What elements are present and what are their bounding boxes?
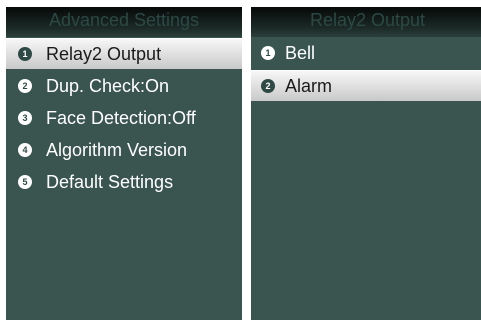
advanced-settings-menu: 1 Relay2 Output 2 Dup. Check:On 3 Face D… (6, 37, 242, 198)
menu-item-default-settings[interactable]: 5 Default Settings (6, 166, 242, 198)
screen-title: Relay2 Output (251, 7, 481, 37)
screen-title: Advanced Settings (6, 7, 242, 37)
menu-item-label: Alarm (285, 76, 333, 96)
number-badge-icon: 2 (18, 79, 32, 93)
menu-item-relay2-output[interactable]: 1 Relay2 Output (6, 38, 242, 69)
menu-item-algorithm-version[interactable]: 4 Algorithm Version (6, 134, 242, 166)
number-badge-icon: 5 (18, 175, 32, 189)
relay2-output-screen: Relay2 Output 1 Bell 2 Alarm (251, 7, 481, 320)
menu-item-label: Default Settings (46, 172, 174, 192)
menu-item-label: Face Detection:Off (46, 108, 196, 128)
menu-item-label: Dup. Check:On (46, 76, 170, 96)
number-badge-icon: 4 (18, 143, 32, 157)
number-badge-icon: 1 (18, 47, 32, 61)
number-badge-icon: 1 (261, 46, 275, 60)
number-badge-icon: 2 (261, 79, 275, 93)
advanced-settings-screen: Advanced Settings 1 Relay2 Output 2 Dup.… (6, 7, 242, 320)
menu-item-label: Relay2 Output (46, 44, 162, 64)
relay2-output-menu: 1 Bell 2 Alarm (251, 37, 481, 102)
menu-item-face-detection[interactable]: 3 Face Detection:Off (6, 102, 242, 134)
number-badge-icon: 3 (18, 111, 32, 125)
menu-item-alarm[interactable]: 2 Alarm (251, 70, 481, 101)
menu-item-label: Algorithm Version (46, 140, 188, 160)
menu-item-dup-check[interactable]: 2 Dup. Check:On (6, 70, 242, 102)
menu-item-label: Bell (285, 43, 316, 63)
menu-item-bell[interactable]: 1 Bell (251, 37, 481, 69)
